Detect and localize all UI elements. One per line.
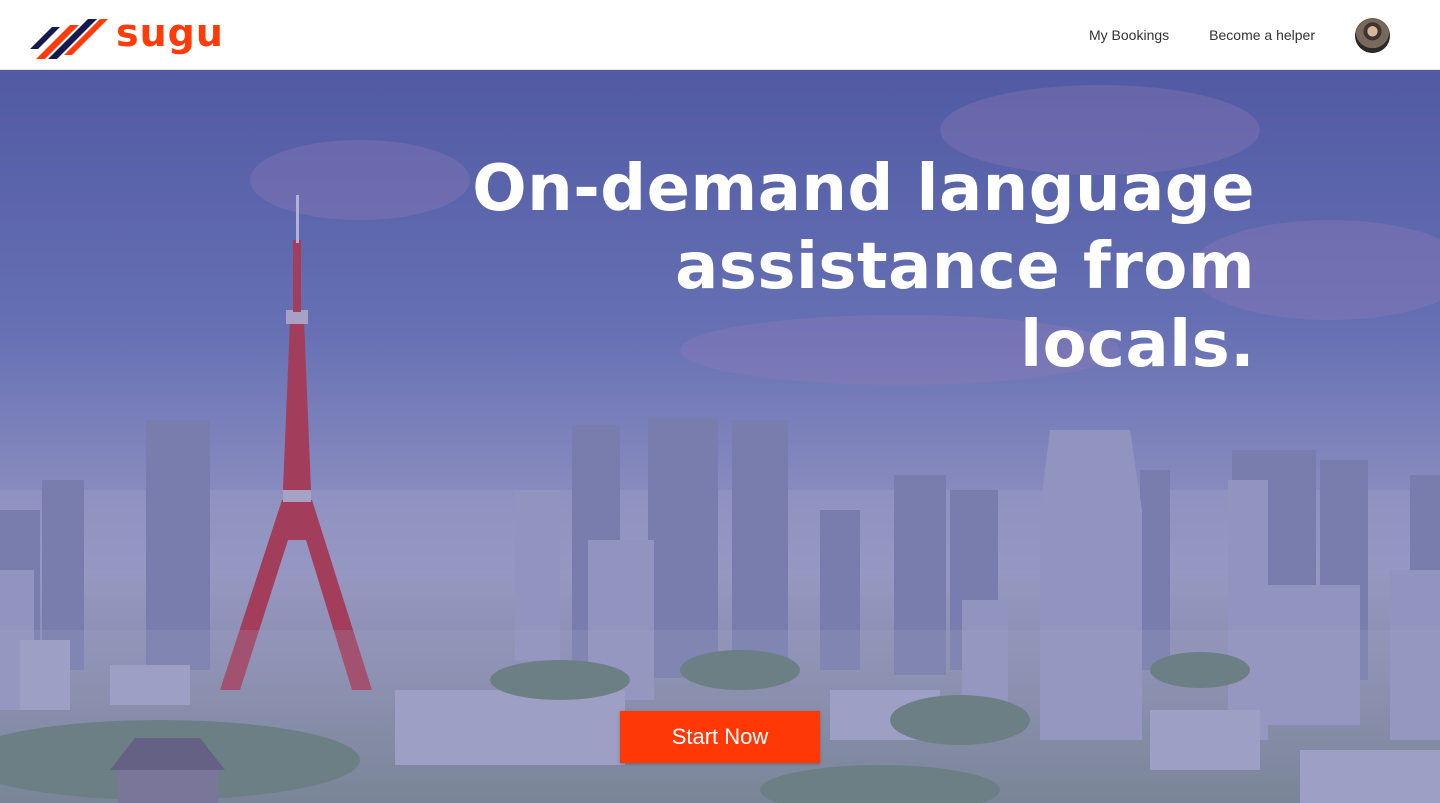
sugu-stripes-logo-icon bbox=[30, 19, 108, 59]
nav-become-helper[interactable]: Become a helper bbox=[1209, 17, 1315, 53]
site-header: sugu My Bookings Become a helper bbox=[0, 0, 1440, 70]
nav-my-bookings[interactable]: My Bookings bbox=[1089, 17, 1169, 53]
brand-name: sugu bbox=[116, 11, 224, 55]
top-nav: My Bookings Become a helper bbox=[1089, 17, 1390, 53]
hero-section: On-demand language assistance from local… bbox=[0, 70, 1440, 803]
logo-link[interactable]: sugu bbox=[30, 11, 224, 59]
hero-headline: On-demand language assistance from local… bbox=[472, 152, 1255, 382]
user-avatar[interactable] bbox=[1355, 17, 1390, 53]
start-now-button[interactable]: Start Now bbox=[620, 711, 820, 763]
